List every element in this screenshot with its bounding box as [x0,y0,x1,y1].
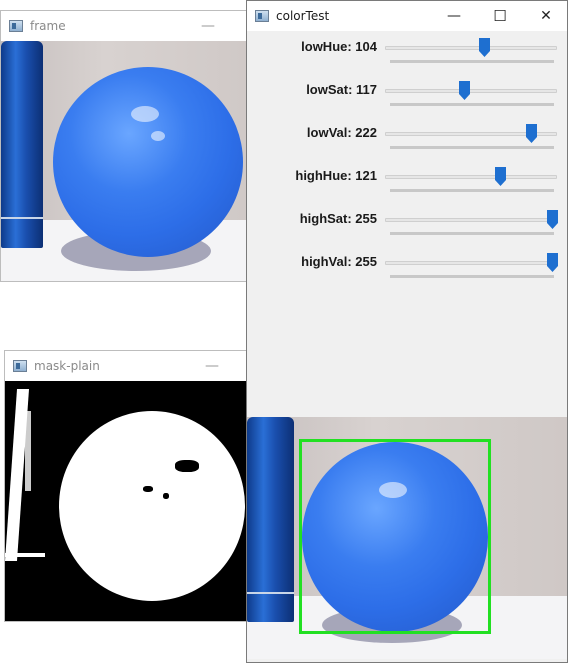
app-icon [255,10,269,22]
trackbar-ticks [390,232,554,235]
minimize-button[interactable]: — [185,11,231,41]
trackbar-track[interactable] [385,89,557,93]
frame-titlebar[interactable]: frame — [1,11,257,41]
app-icon [13,360,27,372]
trackbar-ticks [390,146,554,149]
colortest-titlebar[interactable]: colorTest — ☐ ✕ [247,1,567,31]
trackbar-row: lowSat: 117 [247,78,567,121]
close-button[interactable]: ✕ [523,1,567,31]
trackbar-label: lowVal: 222 [306,125,377,140]
colortest-window: colorTest — ☐ ✕ lowHue: 104 lowSat: 117 lo… [246,0,568,663]
trackbar-track[interactable] [385,175,557,179]
trackbar-track[interactable] [385,218,557,222]
mask-title: mask-plain [34,359,100,373]
frame-window: frame — [0,10,258,282]
trackbar-label: highSat: 255 [299,211,377,226]
frame-title: frame [30,19,66,33]
trackbar-thumb[interactable] [526,124,538,143]
minimize-button[interactable]: — [431,1,477,31]
blue-ball [53,67,243,257]
trackbar-ticks [390,189,554,192]
bottle [1,41,43,248]
trackbar-ticks [390,60,554,63]
frame-image [1,41,257,281]
minimize-button[interactable]: — [189,351,235,381]
trackbar-row: highSat: 255 [247,207,567,250]
app-icon [9,20,23,32]
trackbar-row: highVal: 255 [247,250,567,293]
trackbar-thumb[interactable] [459,81,471,100]
colortest-title: colorTest [276,9,330,23]
trackbar-row: lowVal: 222 [247,121,567,164]
trackbar-track[interactable] [385,46,557,50]
detection-box [299,439,491,634]
mask-ball [59,411,245,601]
trackbar-thumb[interactable] [547,210,558,229]
trackbar-thumb[interactable] [494,167,506,186]
trackbar-label: lowSat: 117 [306,82,377,97]
trackbar-row: highHue: 121 [247,164,567,207]
trackbar-track[interactable] [385,261,557,265]
maximize-button[interactable]: ☐ [477,1,523,31]
mask-image [5,381,253,621]
bottle [247,417,294,622]
trackbar-label: highVal: 255 [301,254,377,269]
mask-titlebar[interactable]: mask-plain — [5,351,253,381]
colortest-preview [247,417,567,659]
trackbar-thumb[interactable] [479,38,491,57]
trackbar-label: lowHue: 104 [301,39,377,54]
trackbar-thumb[interactable] [547,253,558,272]
trackbar-ticks [390,103,554,106]
trackbar-row: lowHue: 104 [247,35,567,78]
trackbar-ticks [390,275,554,278]
mask-window: mask-plain — [4,350,254,622]
trackbar-label: highHue: 121 [295,168,377,183]
